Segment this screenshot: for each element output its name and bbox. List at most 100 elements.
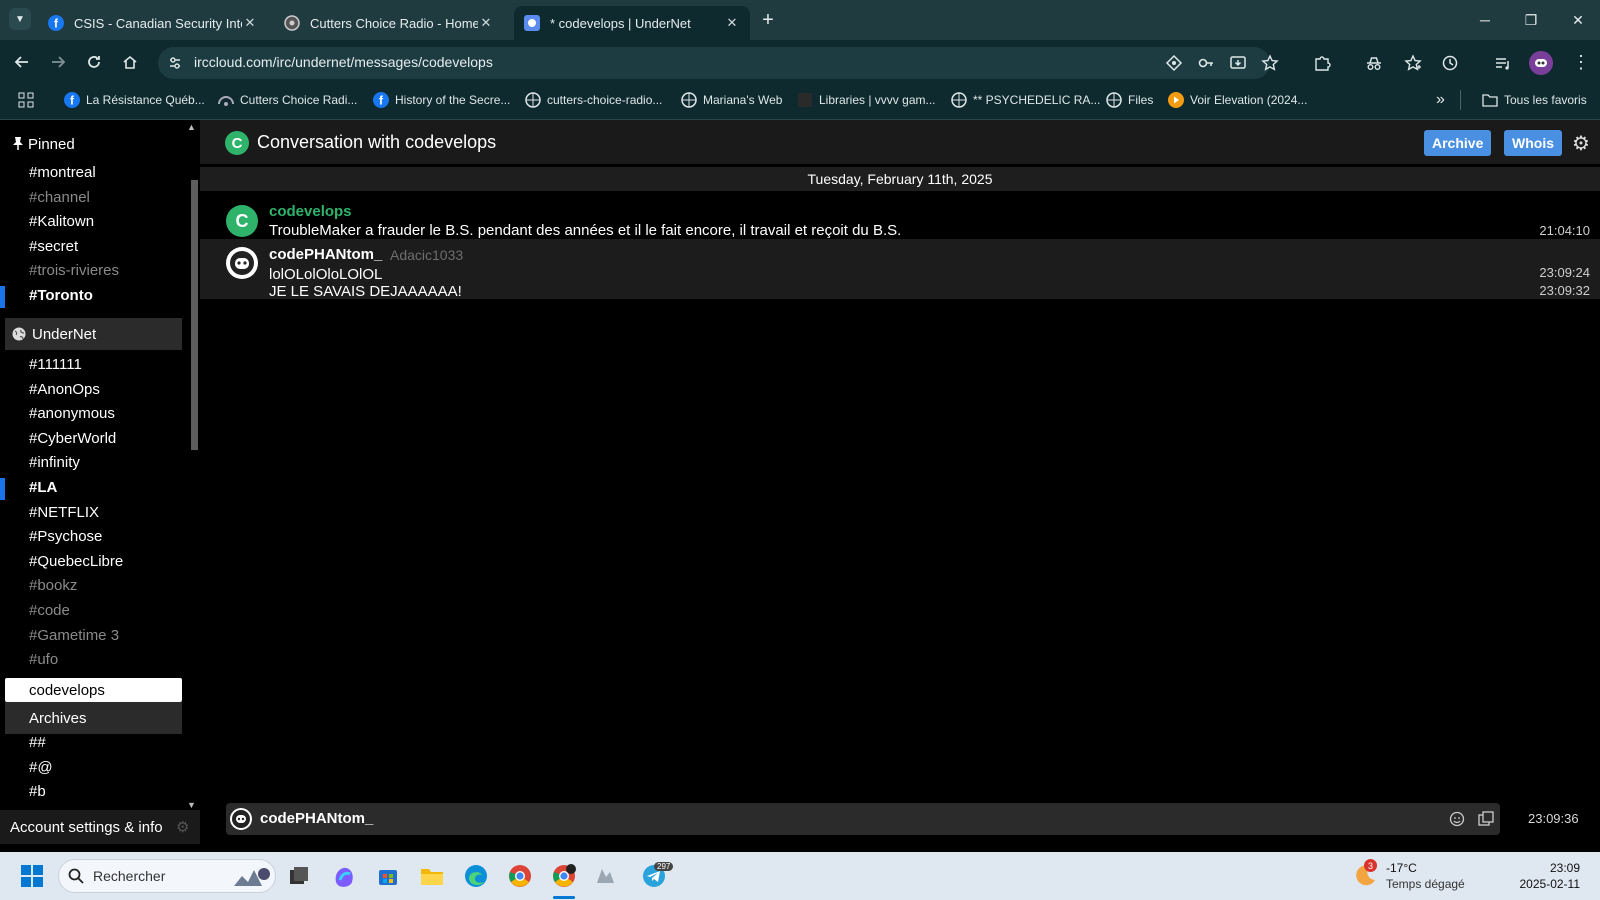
sidebar-channel-item[interactable]: #infinity <box>29 454 80 471</box>
archive-button[interactable]: Archive <box>1424 130 1492 156</box>
key-icon[interactable] <box>1197 54 1215 72</box>
tab-title: CSIS - Canadian Security Intellig <box>74 15 242 31</box>
forward-button[interactable] <box>46 50 70 74</box>
sidebar-channel-item[interactable]: #@ <box>29 759 53 776</box>
sidebar-channel-item[interactable]: #trois-rivieres <box>29 262 119 279</box>
sidebar-channel-item[interactable]: #CyberWorld <box>29 430 116 447</box>
sidebar-channel-item[interactable]: #Kalitown <box>29 213 94 230</box>
sidebar-channel-item[interactable]: #AnonOps <box>29 381 100 398</box>
input-nick[interactable]: codePHANtom_ <box>260 810 373 827</box>
archives-header[interactable]: Archives <box>5 702 182 734</box>
sidebar-channel-item[interactable]: #b <box>29 783 46 800</box>
start-button[interactable] <box>16 860 48 892</box>
taskbar-time[interactable]: 23:09 <box>1500 861 1580 875</box>
unread-marker <box>0 478 5 500</box>
message-nick[interactable]: codePHANtom_ <box>269 246 382 263</box>
media-control-icon[interactable] <box>1494 54 1512 72</box>
back-button[interactable] <box>10 50 34 74</box>
upload-icon[interactable] <box>1478 811 1494 827</box>
restore-button[interactable]: ❐ <box>1509 0 1553 40</box>
sidebar-channel-item[interactable]: #code <box>29 602 70 619</box>
sidebar-channel-item[interactable]: #montreal <box>29 164 96 181</box>
account-settings-button[interactable]: Account settings & info ⚙ <box>0 810 200 844</box>
sidebar-channel-item[interactable]: #secret <box>29 238 78 255</box>
close-icon[interactable]: ✕ <box>478 15 494 31</box>
copilot-icon[interactable] <box>328 860 360 892</box>
edge-icon[interactable] <box>460 860 492 892</box>
sidebar-channel-item[interactable]: #NETFLIX <box>29 504 99 521</box>
weather-desc[interactable]: Temps dégagé <box>1386 877 1465 891</box>
incognito-icon[interactable] <box>1365 54 1383 72</box>
tab-codevelops[interactable]: * codevelops | UnderNet ✕ <box>514 6 750 40</box>
all-bookmarks-folder[interactable]: Tous les favoris <box>1482 90 1587 110</box>
sidebar-channel-item[interactable]: #Gametime 3 <box>29 627 119 644</box>
sidebar-channel-item[interactable]: #QuebecLibre <box>29 553 123 570</box>
bookmarks-overflow-button[interactable]: » <box>1436 90 1445 110</box>
phantom-avatar-icon <box>230 251 254 275</box>
star-icon[interactable] <box>1261 54 1279 72</box>
puzzle-icon[interactable] <box>1313 54 1331 72</box>
chrome-icon[interactable] <box>504 860 536 892</box>
tab-cutters-choice[interactable]: Cutters Choice Radio - Home o ✕ <box>274 6 504 40</box>
scroll-down-icon[interactable]: ▼ <box>187 800 196 810</box>
window-close-button[interactable]: ✕ <box>1556 0 1600 40</box>
taskbar-date[interactable]: 2025-02-11 <box>1500 877 1581 891</box>
extension-icon[interactable] <box>1165 54 1183 72</box>
sidebar-channel-item[interactable]: #Toronto <box>29 287 93 304</box>
message-timestamp: 23:09:24 <box>1539 265 1590 280</box>
sidebar-channel-item[interactable]: ## <box>29 734 46 751</box>
emoji-icon[interactable] <box>1449 811 1465 827</box>
sidebar-channel-item[interactable]: #channel <box>29 189 90 206</box>
sidebar-channel-item[interactable]: #Psychose <box>29 528 102 545</box>
sidebar-item-codevelops[interactable]: codevelops <box>5 678 182 702</box>
profile-avatar[interactable] <box>1529 51 1553 75</box>
search-placeholder: Rechercher <box>93 868 166 884</box>
whois-button[interactable]: Whois <box>1504 130 1562 156</box>
file-explorer-icon[interactable] <box>416 860 448 892</box>
network-undernet[interactable]: UnderNet <box>5 318 182 350</box>
bookmark-item[interactable]: f La Résistance Québ... <box>64 90 205 110</box>
tab-csis[interactable]: f CSIS - Canadian Security Intellig ✕ <box>38 6 268 40</box>
task-view-icon[interactable] <box>283 860 315 892</box>
reload-button[interactable] <box>82 50 106 74</box>
bookmark-item[interactable]: Files <box>1106 90 1153 110</box>
browser-tab-strip: ▼ f CSIS - Canadian Security Intellig ✕ … <box>0 0 1600 40</box>
app-icon[interactable] <box>592 860 624 892</box>
menu-button[interactable]: ⋮ <box>1572 52 1590 73</box>
new-tab-button[interactable]: + <box>758 10 778 30</box>
scroll-up-icon[interactable]: ▲ <box>187 122 196 132</box>
bookmark-item[interactable]: f History of the Secre... <box>373 90 510 110</box>
close-icon[interactable]: ✕ <box>724 15 740 31</box>
bookmark-item[interactable]: Cutters Choice Radi... <box>218 90 357 110</box>
store-icon[interactable] <box>372 860 404 892</box>
bookmark-item[interactable]: Libraries | vvvv gam... <box>797 90 935 110</box>
bookmark-item[interactable]: ** PSYCHEDELIC RA... <box>951 90 1100 110</box>
input-clock: 23:09:36 <box>1528 811 1579 826</box>
sidebar-scrollbar[interactable] <box>191 180 198 450</box>
tab-title: * codevelops | UnderNet <box>550 15 691 31</box>
site-info-icon[interactable] <box>167 55 183 71</box>
history-icon[interactable] <box>1441 54 1459 72</box>
url-text[interactable]: irccloud.com/irc/undernet/messages/codev… <box>194 54 493 70</box>
favorites-icon[interactable] <box>1404 54 1422 72</box>
minimize-button[interactable]: ─ <box>1463 0 1507 40</box>
install-app-icon[interactable] <box>1229 54 1247 72</box>
profile-icon <box>1535 59 1547 67</box>
bookmark-item[interactable]: cutters-choice-radio... <box>525 90 662 110</box>
sidebar-channel-item[interactable]: #ufo <box>29 651 58 668</box>
chrome-profile-icon[interactable] <box>548 860 580 892</box>
message-input[interactable] <box>378 807 1418 831</box>
tab-search-button[interactable]: ▼ <box>9 8 31 30</box>
sidebar-channel-item[interactable]: #LA <box>29 479 57 496</box>
message-nick[interactable]: codevelops <box>269 203 352 220</box>
apps-grid-icon[interactable] <box>18 92 34 108</box>
close-icon[interactable]: ✕ <box>242 15 258 31</box>
sidebar-channel-item[interactable]: #anonymous <box>29 405 115 422</box>
home-button[interactable] <box>118 50 142 74</box>
bookmark-item[interactable]: Voir Elevation (2024... <box>1168 90 1307 110</box>
sidebar-channel-item[interactable]: #111111 <box>29 356 82 373</box>
weather-temp[interactable]: -17°C <box>1386 861 1417 875</box>
gear-icon[interactable]: ⚙ <box>1572 131 1590 156</box>
sidebar-channel-item[interactable]: #bookz <box>29 577 77 594</box>
bookmark-item[interactable]: Mariana's Web <box>681 90 782 110</box>
